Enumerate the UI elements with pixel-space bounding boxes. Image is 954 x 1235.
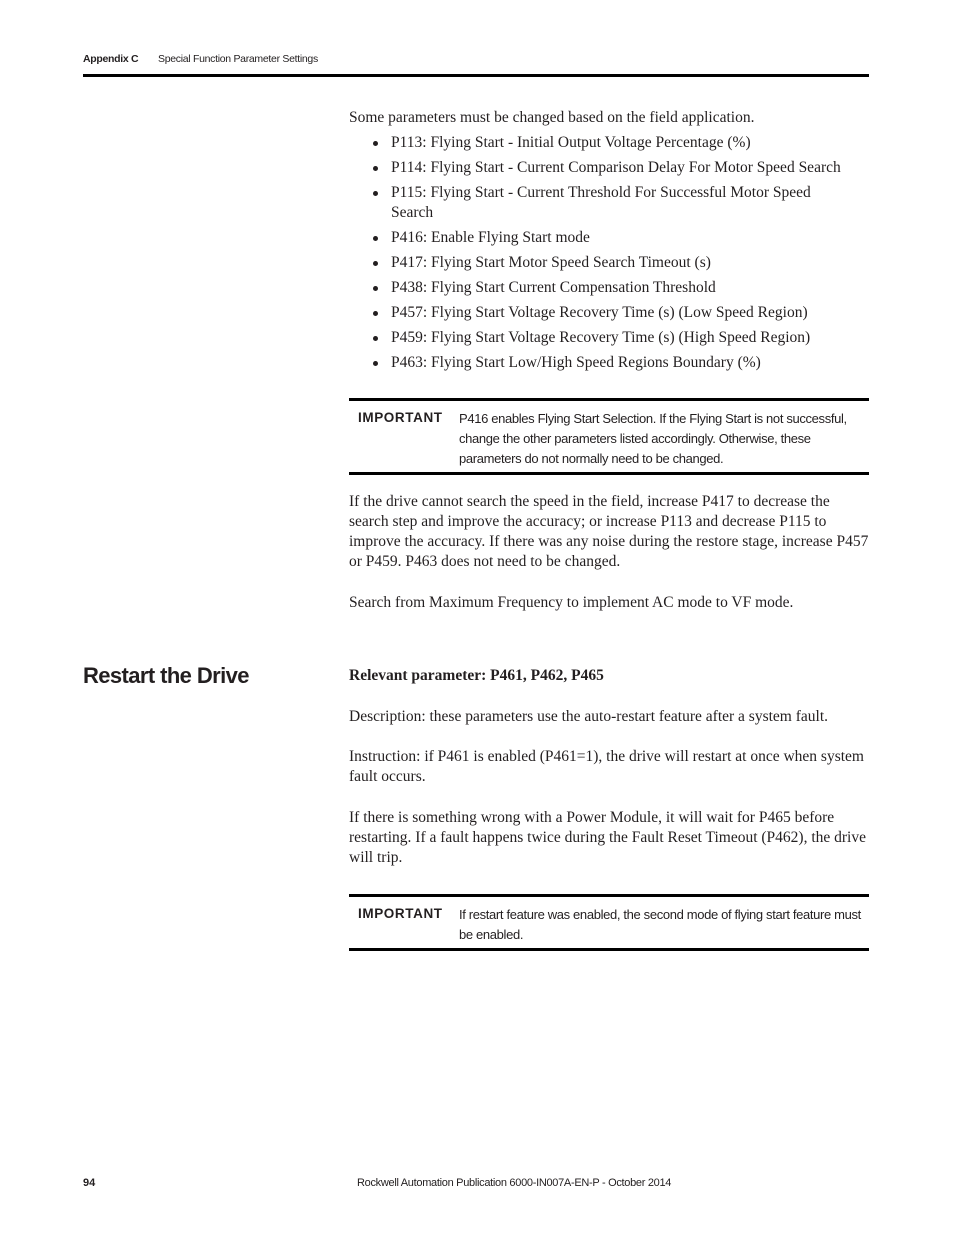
list-item-text: P417: Flying Start Motor Speed Search Ti…	[391, 254, 711, 271]
bullet-icon	[373, 236, 378, 241]
list-item: P416: Enable Flying Start mode	[349, 228, 869, 248]
bullet-icon	[373, 141, 378, 146]
publication-info: Rockwell Automation Publication 6000-IN0…	[357, 1177, 672, 1189]
list-item: P114: Flying Start - Current Comparison …	[349, 158, 869, 178]
list-item-text: P457: Flying Start Voltage Recovery Time…	[391, 304, 808, 321]
list-item: P417: Flying Start Motor Speed Search Ti…	[349, 253, 869, 273]
list-item: P115: Flying Start - Current Threshold F…	[349, 183, 869, 223]
important-note: IMPORTANT P416 enables Flying Start Sele…	[349, 398, 869, 475]
list-item-text: P114: Flying Start - Current Comparison …	[391, 159, 841, 176]
power-module-paragraph: If there is something wrong with a Power…	[349, 809, 866, 866]
bullet-icon	[373, 361, 378, 366]
list-item: P113: Flying Start - Initial Output Volt…	[349, 133, 869, 153]
important-label: IMPORTANT	[358, 410, 443, 425]
running-header: Appendix C Special Function Parameter Se…	[83, 53, 869, 69]
list-item-text: P459: Flying Start Voltage Recovery Time…	[391, 329, 811, 346]
appendix-label: Appendix C	[83, 53, 139, 65]
bullet-icon	[373, 261, 378, 266]
parameter-list: P113: Flying Start - Initial Output Volt…	[349, 133, 869, 378]
instruction-paragraph: Instruction: if P461 is enabled (P461=1)…	[349, 748, 864, 785]
list-item: P457: Flying Start Voltage Recovery Time…	[349, 303, 869, 323]
relevant-parameters-block: Relevant parameter: P461, P462, P465	[349, 666, 869, 686]
bullet-icon	[373, 336, 378, 341]
instruction-block: Instruction: if P461 is enabled (P461=1)…	[349, 747, 869, 787]
bullet-icon	[373, 286, 378, 291]
bullet-icon	[373, 191, 378, 196]
list-item-text: P115: Flying Start - Current Threshold F…	[391, 184, 811, 221]
list-item: P438: Flying Start Current Compensation …	[349, 278, 869, 298]
list-item-text: P113: Flying Start - Initial Output Volt…	[391, 134, 751, 151]
list-item-text: P438: Flying Start Current Compensation …	[391, 279, 716, 296]
intro-paragraph: Some parameters must be changed based on…	[349, 109, 755, 126]
important-text: If restart feature was enabled, the seco…	[459, 907, 861, 942]
bullet-icon	[373, 311, 378, 316]
section-heading: Restart the Drive	[83, 663, 249, 688]
list-item-text: P416: Enable Flying Start mode	[391, 229, 590, 246]
description-paragraph: Description: these parameters use the au…	[349, 708, 829, 725]
important-text: P416 enables Flying Start Selection. If …	[459, 411, 847, 466]
bullet-icon	[373, 166, 378, 171]
list-item-text: P463: Flying Start Low/High Speed Region…	[391, 354, 761, 371]
flying-start-guidance: If the drive cannot search the speed in …	[349, 492, 869, 572]
relevant-parameters: Relevant parameter: P461, P462, P465	[349, 667, 604, 684]
header-section-title: Special Function Parameter Settings	[158, 53, 318, 65]
header-divider	[83, 74, 869, 77]
list-item: P459: Flying Start Voltage Recovery Time…	[349, 328, 869, 348]
page-number: 94	[83, 1177, 96, 1189]
search-paragraph: Search from Maximum Frequency to impleme…	[349, 594, 794, 611]
flying-start-note: Search from Maximum Frequency to impleme…	[349, 593, 869, 613]
list-item: P463: Flying Start Low/High Speed Region…	[349, 353, 869, 373]
description-block: Description: these parameters use the au…	[349, 707, 869, 727]
power-module-block: If there is something wrong with a Power…	[349, 808, 869, 868]
intro-block: Some parameters must be changed based on…	[349, 108, 869, 128]
important-label: IMPORTANT	[358, 906, 443, 921]
important-note: IMPORTANT If restart feature was enabled…	[349, 894, 869, 951]
guidance-paragraph: If the drive cannot search the speed in …	[349, 493, 869, 570]
